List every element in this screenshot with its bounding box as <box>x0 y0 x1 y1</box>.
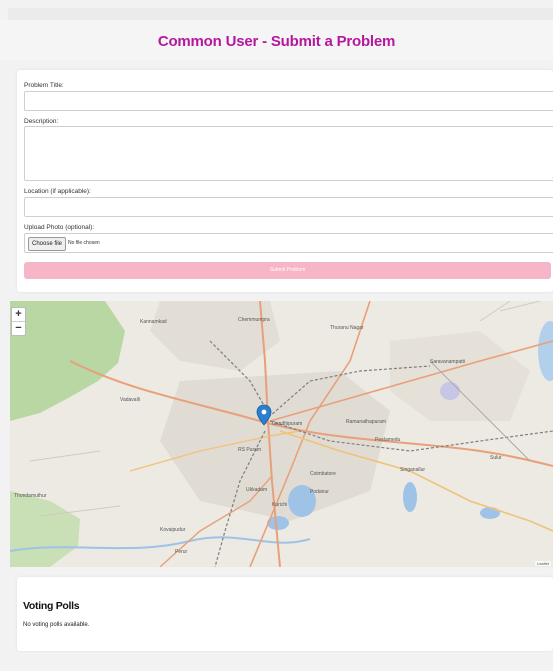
map-tiles: Chemmumpra Thuranu Nagar Kannamkad Gandh… <box>10 301 553 567</box>
place-label: Gandhipuram <box>272 421 302 427</box>
place-label: Chemmumpra <box>238 317 270 323</box>
voting-polls-empty-text: No voting polls available. <box>23 622 90 628</box>
problem-title-label: Problem Title: <box>24 82 64 89</box>
place-label: Coimbatore <box>310 471 336 477</box>
airport-area <box>440 382 460 400</box>
upload-photo-label: Upload Photo (optional): <box>24 224 95 231</box>
problem-form: Problem Title: Description: Location (if… <box>17 70 553 292</box>
map-attribution[interactable]: Leaflet <box>534 561 551 566</box>
zoom-control: + − <box>11 307 26 336</box>
place-label: Kovaipudur <box>160 527 186 533</box>
submit-problem-button[interactable]: Submit Problem <box>24 262 551 279</box>
place-label: RS Puram <box>238 447 261 453</box>
lake <box>480 507 500 519</box>
zoom-in-button[interactable]: + <box>12 308 25 321</box>
place-label: Kannamkad <box>140 319 167 325</box>
lake <box>403 482 417 512</box>
place-label: Thuranu Nagar <box>330 325 364 331</box>
description-label: Description: <box>24 118 59 125</box>
file-status-text: No file chosen <box>68 240 100 246</box>
description-textarea[interactable] <box>24 126 553 181</box>
problem-title-input[interactable] <box>24 91 553 111</box>
zoom-out-button[interactable]: − <box>12 321 25 335</box>
place-label: Podanur <box>310 489 329 495</box>
place-label: Ramanathapuram <box>346 419 386 425</box>
voting-polls-card: Voting Polls No voting polls available. <box>17 577 553 651</box>
marker-dot <box>261 409 267 415</box>
place-label: Saravanampatti <box>430 359 465 365</box>
voting-polls-title: Voting Polls <box>23 600 80 612</box>
place-label: Singanallur <box>400 467 425 473</box>
place-label: Sulur <box>490 455 502 461</box>
place-label: Ukkadam <box>246 487 267 493</box>
map-view[interactable]: Chemmumpra Thuranu Nagar Kannamkad Gandh… <box>10 301 553 567</box>
place-label: Perur <box>175 549 188 555</box>
location-input[interactable] <box>24 197 553 217</box>
top-bar <box>8 8 553 20</box>
place-label: Peelamedu <box>375 437 401 443</box>
place-label: Thondamuthur <box>14 493 47 499</box>
choose-file-button[interactable]: Choose file <box>28 237 67 251</box>
description-wrapper <box>17 126 553 181</box>
photo-file-input[interactable]: Choose file No file chosen <box>24 233 553 253</box>
place-label: Kurichi <box>272 502 287 508</box>
place-label: Vadavalli <box>120 397 140 403</box>
page-title: Common User - Submit a Problem <box>157 33 396 50</box>
location-label: Location (if applicable): <box>24 188 91 195</box>
